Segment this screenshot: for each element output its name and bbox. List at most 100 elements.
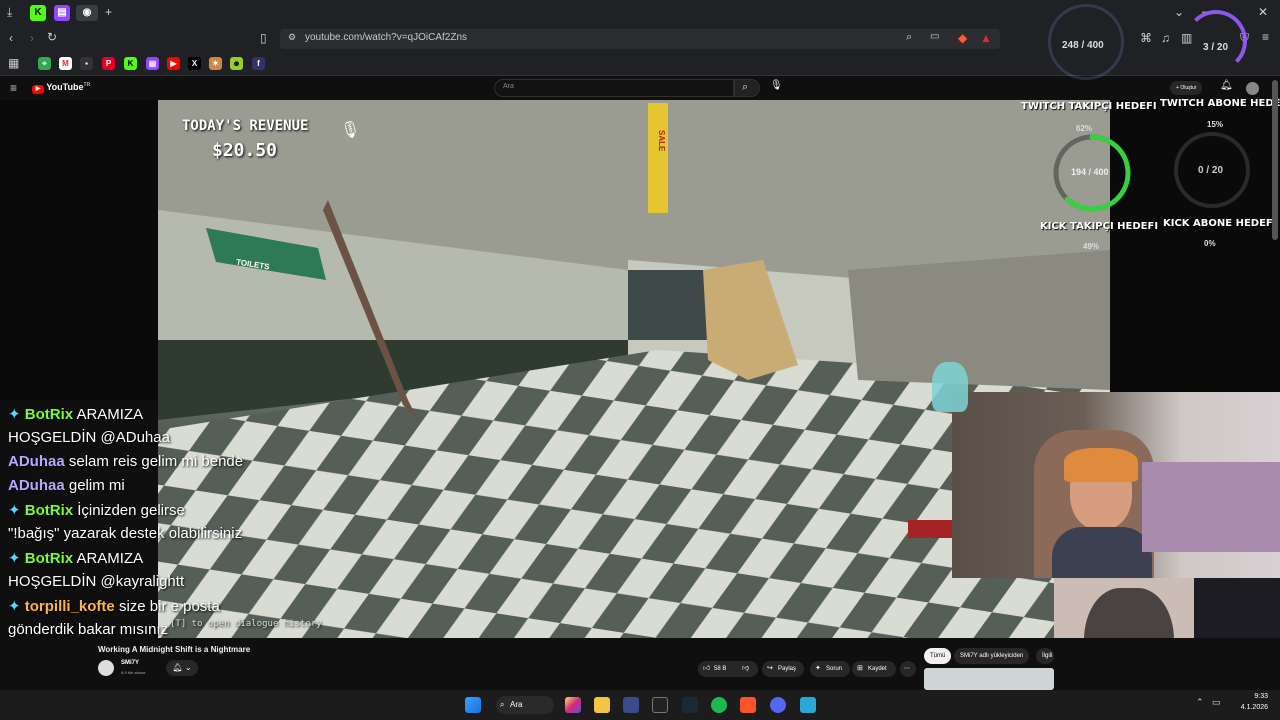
cast-icon[interactable]: ▭ bbox=[930, 31, 939, 42]
bookmark-kick-icon[interactable]: K bbox=[124, 57, 137, 70]
windows-taskbar: ⌕ Ara 9:33 4.1.2026 bbox=[0, 690, 1280, 720]
spotify-icon[interactable] bbox=[711, 697, 727, 713]
bookmark-pinterest-icon[interactable]: P bbox=[102, 57, 115, 70]
bookmark-site2-icon[interactable]: ✶ bbox=[209, 57, 222, 70]
search-placeholder: Ara bbox=[503, 83, 514, 90]
chip-related[interactable]: İlgili bbox=[1036, 648, 1054, 664]
site-info-icon[interactable]: ⚙ bbox=[288, 32, 296, 43]
save-button[interactable]: ⊞ Kaydet bbox=[852, 661, 896, 677]
download-icon[interactable]: ⤓ bbox=[7, 5, 12, 20]
channel-avatar[interactable] bbox=[98, 660, 114, 676]
streamer-hair bbox=[1064, 448, 1138, 482]
sparkle-icon: ✦ bbox=[815, 665, 821, 672]
more-actions-button[interactable]: ⋯ bbox=[900, 661, 916, 677]
tray-chevron-icon[interactable]: ⌃ bbox=[1196, 697, 1204, 708]
brave-icon[interactable] bbox=[740, 697, 756, 713]
dialogue-hint: [T] to open dialogue history bbox=[170, 619, 322, 629]
chat-text: gönderdik bakar mısınız bbox=[8, 621, 169, 638]
video-title: Working A Midnight Shift is a Nightmare bbox=[98, 645, 251, 654]
steam-icon[interactable] bbox=[682, 697, 698, 713]
tab-twitch[interactable]: ▤ bbox=[54, 5, 70, 21]
video-meta-bar: Working A Midnight Shift is a Nightmare … bbox=[0, 638, 1280, 690]
share-label: Paylaş bbox=[778, 666, 797, 672]
chat-username[interactable]: ADuhaa bbox=[8, 477, 65, 494]
new-tab-icon[interactable]: + bbox=[105, 5, 112, 19]
avatar[interactable] bbox=[1246, 82, 1259, 95]
bookmark-site-icon[interactable]: ▪ bbox=[80, 57, 93, 70]
bookmark-site4-icon[interactable]: f bbox=[252, 57, 265, 70]
anime-character-sticker bbox=[932, 362, 968, 412]
chat-message: ✦ BotRix ARAMIZA bbox=[8, 405, 143, 423]
notification-bell-button[interactable]: 🔔︎ ⌄ bbox=[166, 660, 198, 676]
extensions-icon[interactable]: ⌘ bbox=[1140, 31, 1152, 45]
like-count: 58 B bbox=[714, 666, 727, 672]
address-bar[interactable]: ⚙ youtube.com/watch?v=qJOiCAf2Zns ⌕ ▭ ◆ … bbox=[280, 29, 1000, 49]
warning-icon[interactable]: ▲ bbox=[980, 31, 992, 45]
kick-sub-goal-pct: 0% bbox=[1204, 239, 1216, 248]
chevron-down-icon[interactable]: ⌄ bbox=[1174, 5, 1184, 19]
tab-active[interactable]: ◉ bbox=[76, 5, 98, 21]
zoom-icon[interactable]: ⌕ bbox=[906, 31, 912, 44]
close-window-icon[interactable]: ✕ bbox=[1258, 5, 1268, 19]
music-icon[interactable]: ♫ bbox=[1161, 31, 1170, 45]
chip-uploader[interactable]: SMi7Y adlı yükleyiciden bbox=[954, 648, 1030, 664]
chat-message: ADuhaa selam reis gelim mi bende bbox=[8, 453, 243, 470]
chat-username[interactable]: torpilli_kofte bbox=[25, 598, 115, 615]
thumbs-down-icon[interactable]: 👎︎ bbox=[742, 661, 749, 677]
reload-icon[interactable]: ↻ bbox=[47, 30, 57, 44]
tray-network-icon[interactable]: ▭ bbox=[1212, 697, 1221, 708]
chat-username[interactable]: BotRix bbox=[25, 406, 73, 423]
url-text[interactable]: youtube.com/watch?v=qJOiCAf2Zns bbox=[305, 32, 467, 43]
bookmark-x-icon[interactable]: X bbox=[188, 57, 201, 70]
back-icon[interactable]: ‹ bbox=[9, 31, 13, 45]
bookmark-twitch-icon[interactable]: ▤ bbox=[146, 57, 159, 70]
ask-button[interactable]: ✦ Sorun bbox=[810, 661, 850, 677]
instagram-icon[interactable] bbox=[565, 697, 581, 713]
chat-username[interactable]: ADuhaa bbox=[8, 453, 65, 470]
hamburger-menu-icon[interactable]: ≡ bbox=[10, 81, 17, 95]
youtube-logo[interactable]: ▶ YouTubeTR bbox=[32, 82, 90, 94]
clock-date[interactable]: 4.1.2026 bbox=[1228, 704, 1268, 711]
chat-message: ✦ BotRix İçinizden gelirse bbox=[8, 501, 185, 519]
file-explorer-icon[interactable] bbox=[594, 697, 610, 713]
search-button[interactable]: ⌕ bbox=[734, 79, 760, 97]
search-icon: ⌕ bbox=[742, 81, 749, 93]
apps-grid-icon[interactable]: ▦ bbox=[8, 56, 19, 70]
chat-message: ✦ torpilli_kofte size bir e posta bbox=[8, 597, 220, 615]
bell-icon[interactable]: 🔔︎ bbox=[1220, 80, 1233, 91]
windows-start-icon[interactable] bbox=[465, 697, 481, 713]
channel-name[interactable]: SMi7Y bbox=[121, 660, 139, 666]
discord-icon[interactable] bbox=[770, 697, 786, 713]
like-button[interactable]: 👍︎ 58 B 👎︎ bbox=[698, 661, 758, 677]
bookmark-icon[interactable]: ▯ bbox=[260, 31, 267, 45]
tab-kick[interactable]: K bbox=[30, 5, 46, 21]
chat-username[interactable]: BotRix bbox=[25, 502, 73, 519]
clock-time[interactable]: 9:33 bbox=[1228, 693, 1268, 700]
webcam-feed bbox=[952, 392, 1280, 578]
bookmark-youtube-icon[interactable]: ▶ bbox=[167, 57, 180, 70]
chat-text: gelim mi bbox=[68, 477, 125, 494]
search-input[interactable]: Ara bbox=[494, 79, 734, 97]
recommended-thumbnail[interactable] bbox=[924, 668, 1054, 690]
app-icon[interactable] bbox=[623, 697, 639, 713]
mic-icon[interactable]: 🎙 bbox=[770, 80, 783, 91]
epic-games-icon[interactable] bbox=[652, 697, 668, 713]
twitch-follow-goal-count: 194 / 400 bbox=[1071, 167, 1109, 177]
chat-text: İçinizden gelirse bbox=[77, 502, 185, 519]
scrollbar[interactable] bbox=[1272, 80, 1278, 240]
create-button[interactable]: + Oluştur bbox=[1170, 81, 1203, 95]
share-button[interactable]: ↪ Paylaş bbox=[762, 661, 804, 677]
taskbar-search[interactable]: ⌕ Ara bbox=[496, 696, 554, 714]
app2-icon[interactable] bbox=[800, 697, 816, 713]
shield-icon[interactable]: ◆ bbox=[958, 31, 967, 45]
chat-text: ARAMIZA bbox=[76, 550, 144, 567]
thumbs-up-icon: 👍︎ bbox=[703, 665, 711, 672]
bookmark-maps-icon[interactable]: ⌖ bbox=[38, 57, 51, 70]
menu-icon[interactable]: ≡ bbox=[1262, 30, 1269, 44]
forward-icon[interactable]: › bbox=[30, 31, 34, 45]
chip-all[interactable]: Tümü bbox=[924, 648, 952, 664]
bookmark-site3-icon[interactable]: ☻ bbox=[230, 57, 243, 70]
chat-username[interactable]: BotRix bbox=[25, 550, 73, 567]
chat-text: "!bağış" yazarak destek olabilirsiniz bbox=[8, 525, 243, 542]
bookmark-gmail-icon[interactable]: M bbox=[59, 57, 72, 70]
